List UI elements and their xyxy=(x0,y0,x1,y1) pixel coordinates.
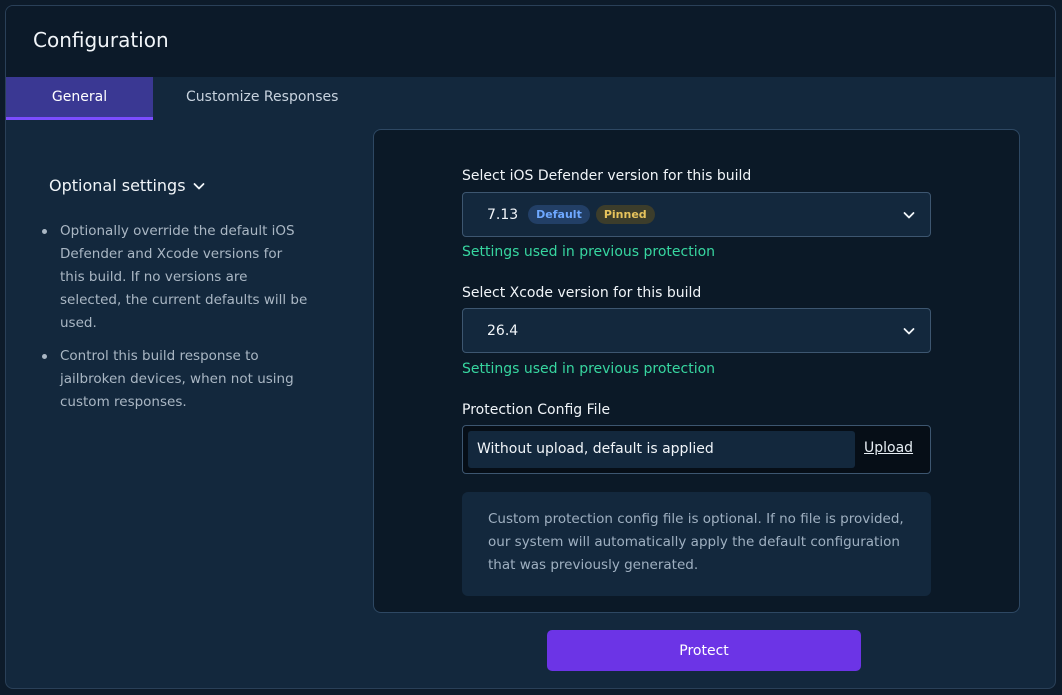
list-item: Optionally override the default iOS Defe… xyxy=(40,220,310,335)
tab-bar: General Customize Responses xyxy=(6,77,1055,120)
xcode-previous-hint: Settings used in previous protection xyxy=(462,361,716,377)
optional-settings-label: Optional settings xyxy=(49,176,186,195)
optional-settings-list: Optionally override the default iOS Defe… xyxy=(40,220,310,424)
tab-customize-responses[interactable]: Customize Responses xyxy=(186,77,366,120)
xcode-version-select[interactable]: 26.4 xyxy=(462,308,931,353)
config-file-input[interactable]: Without upload, default is applied xyxy=(468,431,855,468)
settings-card: Select iOS Defender version for this bui… xyxy=(373,129,1020,613)
upload-link[interactable]: Upload xyxy=(864,440,913,456)
list-item: Control this build response to jailbroke… xyxy=(40,345,310,414)
defender-version-value: 7.13 xyxy=(487,206,519,223)
config-file-field: Without upload, default is applied Uploa… xyxy=(462,425,931,474)
panel-header: Configuration xyxy=(6,6,1055,77)
optional-settings-toggle[interactable]: Optional settings xyxy=(49,176,206,195)
xcode-version-label: Select Xcode version for this build xyxy=(462,285,702,301)
protect-button[interactable]: Protect xyxy=(547,630,861,671)
pinned-badge: Pinned xyxy=(595,205,655,224)
chevron-down-icon xyxy=(903,212,915,219)
defender-version-select[interactable]: 7.13 Default Pinned xyxy=(462,192,931,237)
page-title: Configuration xyxy=(33,28,169,52)
configuration-panel: Configuration General Customize Response… xyxy=(5,5,1056,689)
defender-previous-hint: Settings used in previous protection xyxy=(462,244,716,260)
default-badge: Default xyxy=(528,205,590,224)
defender-version-label: Select iOS Defender version for this bui… xyxy=(462,168,752,184)
config-file-note: Custom protection config file is optiona… xyxy=(462,492,931,596)
config-file-label: Protection Config File xyxy=(462,402,611,418)
xcode-version-value: 26.4 xyxy=(487,322,519,339)
chevron-down-icon xyxy=(193,182,204,189)
tab-general[interactable]: General xyxy=(6,77,153,120)
chevron-down-icon xyxy=(903,328,915,335)
